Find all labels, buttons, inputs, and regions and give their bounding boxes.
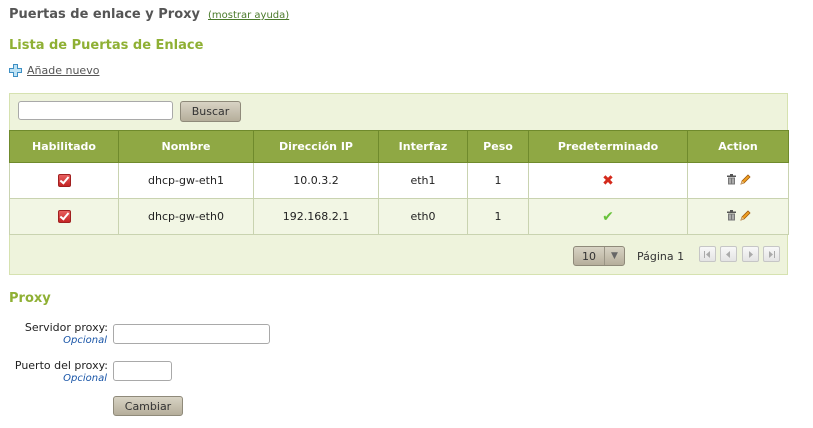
gateway-weight: 1 [467, 162, 529, 199]
search-button[interactable]: Buscar [180, 101, 241, 122]
column-header-ip[interactable]: Dirección IP [253, 130, 379, 163]
next-page-button[interactable] [742, 246, 759, 262]
page-title: Puertas de enlace y Proxy [9, 7, 200, 22]
add-new-label: Añade nuevo [27, 64, 100, 77]
previous-page-button[interactable] [720, 246, 737, 262]
gateway-weight: 1 [467, 198, 529, 235]
column-header-name[interactable]: Nombre [118, 130, 254, 163]
chevron-down-icon: ▼ [604, 247, 624, 265]
gateways-table: Habilitado Nombre Dirección IP Interfaz … [9, 130, 789, 235]
gateway-ip: 10.0.3.2 [253, 162, 379, 199]
gateway-interface: eth1 [378, 162, 468, 199]
first-page-icon [704, 250, 710, 258]
table-header-row: Habilitado Nombre Dirección IP Interfaz … [9, 130, 789, 163]
plus-icon [9, 64, 22, 77]
next-page-icon [749, 250, 753, 258]
proxy-port-optional: Opcional [63, 373, 107, 384]
table-row: dhcp-gw-eth0 192.168.2.1 eth0 1 ✔ [9, 198, 789, 235]
first-page-button[interactable] [699, 246, 716, 262]
column-header-default[interactable]: Predeterminado [528, 130, 688, 163]
table-row: dhcp-gw-eth1 10.0.3.2 eth1 1 ✖ [9, 162, 789, 199]
column-header-action: Action [687, 130, 789, 163]
proxy-server-label: Servidor proxy: [24, 321, 108, 334]
previous-page-icon [726, 250, 730, 258]
gateway-name: dhcp-gw-eth1 [118, 162, 254, 199]
check-icon[interactable]: ✔ [602, 209, 614, 225]
gateway-ip: 192.168.2.1 [253, 198, 379, 235]
gateways-panel: Buscar Habilitado Nombre Dirección IP In… [9, 93, 789, 275]
proxy-port-input[interactable] [113, 361, 172, 381]
proxy-section-title: Proxy [9, 291, 51, 306]
page-label: Página 1 [637, 250, 685, 263]
pencil-icon[interactable] [739, 209, 751, 221]
last-page-button[interactable] [763, 246, 780, 262]
proxy-port-label: Puerto del proxy: [14, 359, 108, 372]
pager: 10 ▼ Página 1 [10, 246, 787, 268]
change-button[interactable]: Cambiar [113, 396, 183, 416]
enabled-checkbox[interactable] [57, 174, 71, 188]
column-header-weight[interactable]: Peso [467, 130, 529, 163]
gateway-interface: eth0 [378, 198, 468, 235]
gateways-section-title: Lista de Puertas de Enlace [9, 38, 204, 53]
proxy-server-optional: Opcional [63, 335, 107, 346]
search-input[interactable] [18, 101, 173, 120]
trash-icon[interactable] [726, 209, 737, 221]
pencil-icon[interactable] [739, 173, 751, 185]
x-icon[interactable]: ✖ [602, 173, 614, 189]
column-header-enabled[interactable]: Habilitado [9, 130, 119, 163]
show-help-link[interactable]: (mostrar ayuda) [208, 10, 289, 21]
last-page-icon [769, 250, 775, 258]
page-size-value: 10 [582, 249, 596, 263]
add-new-link[interactable]: Añade nuevo [9, 64, 99, 77]
proxy-server-input[interactable] [113, 324, 270, 344]
trash-icon[interactable] [726, 173, 737, 185]
page-size-select[interactable]: 10 ▼ [573, 246, 625, 266]
gateway-name: dhcp-gw-eth0 [118, 198, 254, 235]
column-header-interface[interactable]: Interfaz [378, 130, 468, 163]
enabled-checkbox[interactable] [57, 210, 71, 224]
